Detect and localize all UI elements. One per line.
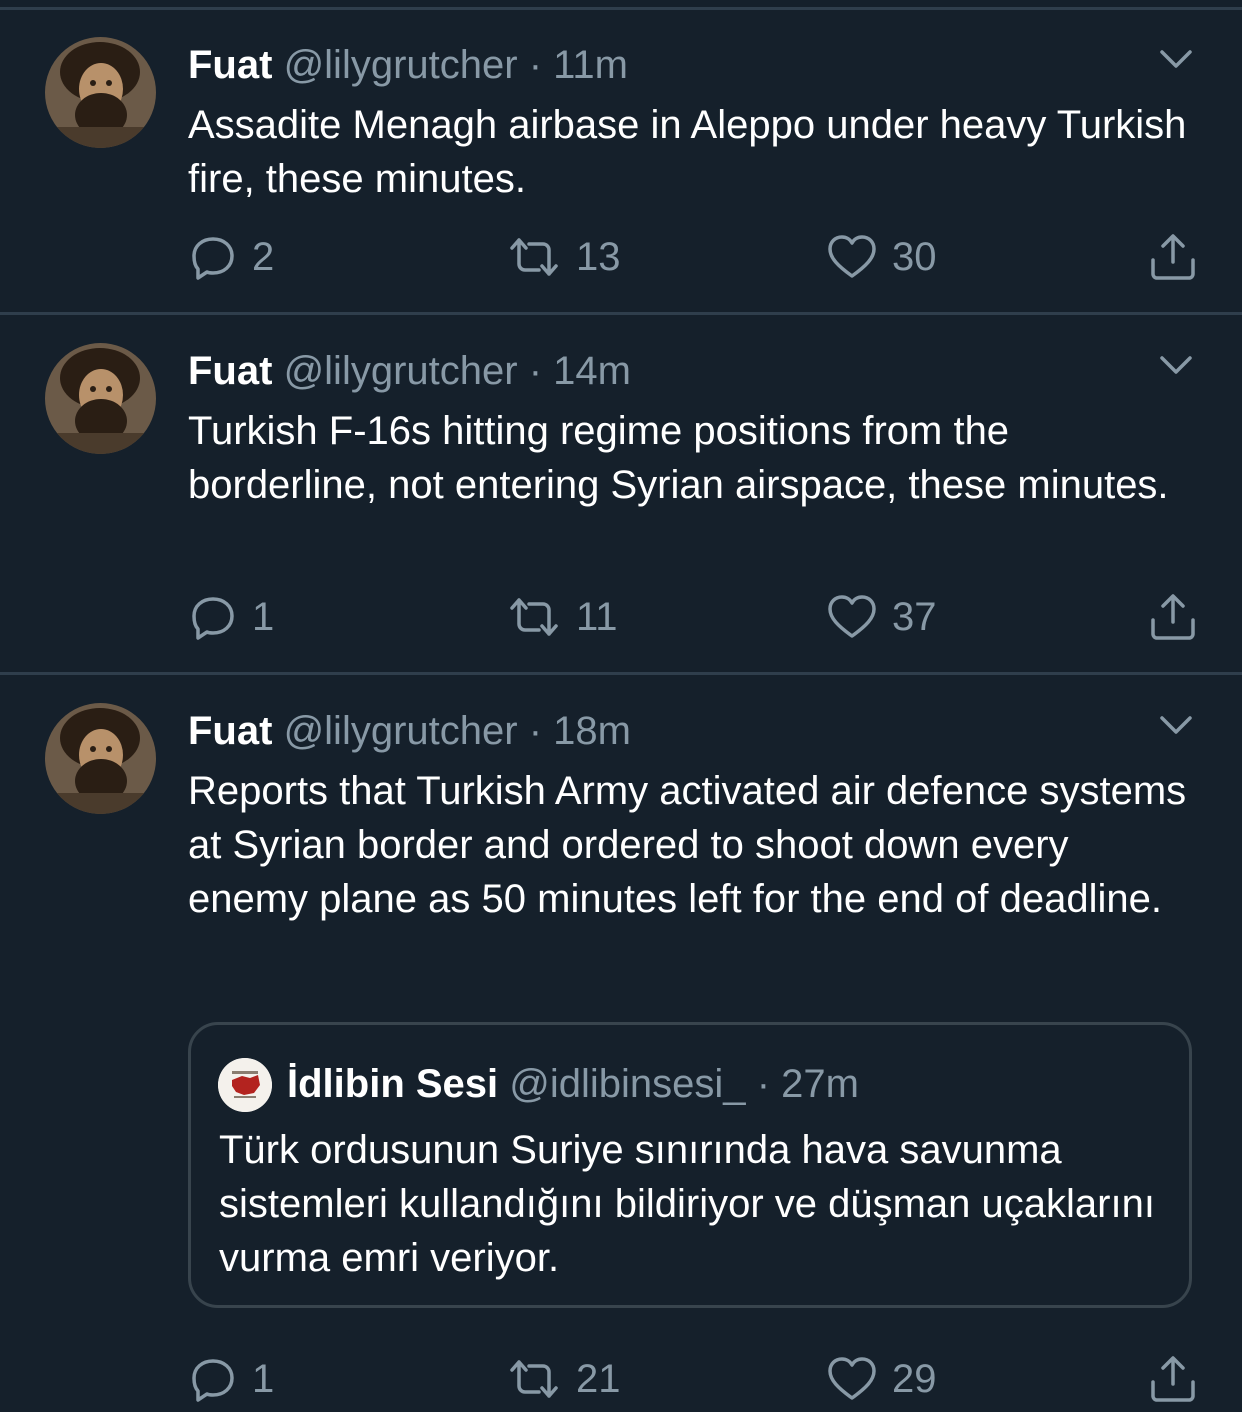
- timestamp[interactable]: 18m: [553, 709, 631, 753]
- retweet-icon: [510, 598, 558, 636]
- quoted-author-name[interactable]: İdlibin Sesi: [287, 1062, 498, 1106]
- tweet-actions: 1 21 29: [0, 1354, 1242, 1410]
- timestamp[interactable]: 11m: [553, 43, 628, 87]
- share-button[interactable]: [1148, 232, 1198, 282]
- separator-dot: ·: [528, 709, 543, 753]
- tweet-actions: 2 13 30: [0, 232, 1242, 288]
- reply-button[interactable]: 1: [188, 592, 274, 642]
- quoted-timestamp[interactable]: 27m: [781, 1062, 859, 1106]
- more-chevron-button[interactable]: [1156, 346, 1196, 386]
- avatar[interactable]: [45, 343, 156, 454]
- heart-icon: [828, 235, 876, 278]
- reply-count: 1: [252, 1357, 275, 1401]
- reply-button[interactable]: 1: [188, 1354, 274, 1404]
- reply-icon: [192, 597, 234, 640]
- separator-dot: ·: [756, 1062, 771, 1106]
- tweet-text: Reports that Turkish Army activated air …: [188, 769, 1187, 921]
- author-handle[interactable]: @lilygrutcher: [284, 709, 518, 753]
- quoted-avatar[interactable]: [218, 1058, 272, 1112]
- retweet-button[interactable]: 11: [506, 592, 618, 642]
- share-button[interactable]: [1148, 592, 1198, 642]
- timestamp[interactable]: 14m: [553, 349, 631, 393]
- reply-icon: [192, 237, 234, 280]
- heart-icon: [828, 1357, 876, 1400]
- reply-count: 1: [252, 595, 275, 639]
- avatar[interactable]: [45, 37, 156, 148]
- tweet-header: Fuat @lilygrutcher · 14m: [188, 347, 631, 395]
- share-icon: [1151, 594, 1195, 640]
- retweet-icon: [510, 1360, 558, 1398]
- like-button[interactable]: 29: [826, 1354, 937, 1404]
- divider: [0, 672, 1242, 675]
- quoted-tweet[interactable]: İdlibin Sesi @idlibinsesi_ · 27m Türk or…: [188, 1022, 1192, 1308]
- retweet-button[interactable]: 21: [506, 1354, 621, 1404]
- tweet-actions: 1 11 37: [0, 592, 1242, 648]
- chevron-down-icon: [1160, 50, 1192, 68]
- separator-dot: ·: [528, 349, 543, 393]
- tweet-text: Turkish F-16s hitting regime positions f…: [188, 409, 1169, 507]
- tweet-header: Fuat @lilygrutcher · 18m: [188, 707, 631, 755]
- share-button[interactable]: [1148, 1354, 1198, 1404]
- tweet-text: Assadite Menagh airbase in Aleppo under …: [188, 103, 1187, 201]
- reply-button[interactable]: 2: [188, 232, 274, 282]
- reply-icon: [192, 1359, 234, 1402]
- quoted-text: Türk ordusunun Suriye sınırında hava sav…: [219, 1128, 1155, 1280]
- author-name[interactable]: Fuat: [188, 349, 272, 393]
- divider: [0, 312, 1242, 315]
- more-chevron-button[interactable]: [1156, 40, 1196, 80]
- author-handle[interactable]: @lilygrutcher: [284, 349, 518, 393]
- retweet-button[interactable]: 13: [506, 232, 621, 282]
- avatar[interactable]: [45, 703, 156, 814]
- reply-count: 2: [252, 235, 275, 279]
- share-icon: [1151, 1356, 1195, 1402]
- retweet-count: 21: [576, 1357, 621, 1401]
- like-count: 37: [892, 595, 937, 639]
- author-name[interactable]: Fuat: [188, 709, 272, 753]
- like-button[interactable]: 30: [826, 232, 937, 282]
- like-button[interactable]: 37: [826, 592, 937, 642]
- author-name[interactable]: Fuat: [188, 43, 272, 87]
- tweet-header: Fuat @lilygrutcher · 11m: [188, 41, 628, 89]
- retweet-icon: [510, 238, 558, 276]
- like-count: 29: [892, 1357, 937, 1401]
- chevron-down-icon: [1160, 716, 1192, 734]
- divider-top: [0, 7, 1242, 10]
- quoted-header: İdlibin Sesi @idlibinsesi_ · 27m: [287, 1059, 859, 1109]
- quoted-author-handle[interactable]: @idlibinsesi_: [509, 1062, 745, 1106]
- chevron-down-icon: [1160, 356, 1192, 374]
- share-icon: [1151, 234, 1195, 280]
- retweet-count: 13: [576, 235, 621, 279]
- retweet-count: 11: [576, 595, 618, 639]
- more-chevron-button[interactable]: [1156, 706, 1196, 746]
- heart-icon: [828, 595, 876, 638]
- like-count: 30: [892, 235, 937, 279]
- author-handle[interactable]: @lilygrutcher: [284, 43, 518, 87]
- separator-dot: ·: [528, 43, 543, 87]
